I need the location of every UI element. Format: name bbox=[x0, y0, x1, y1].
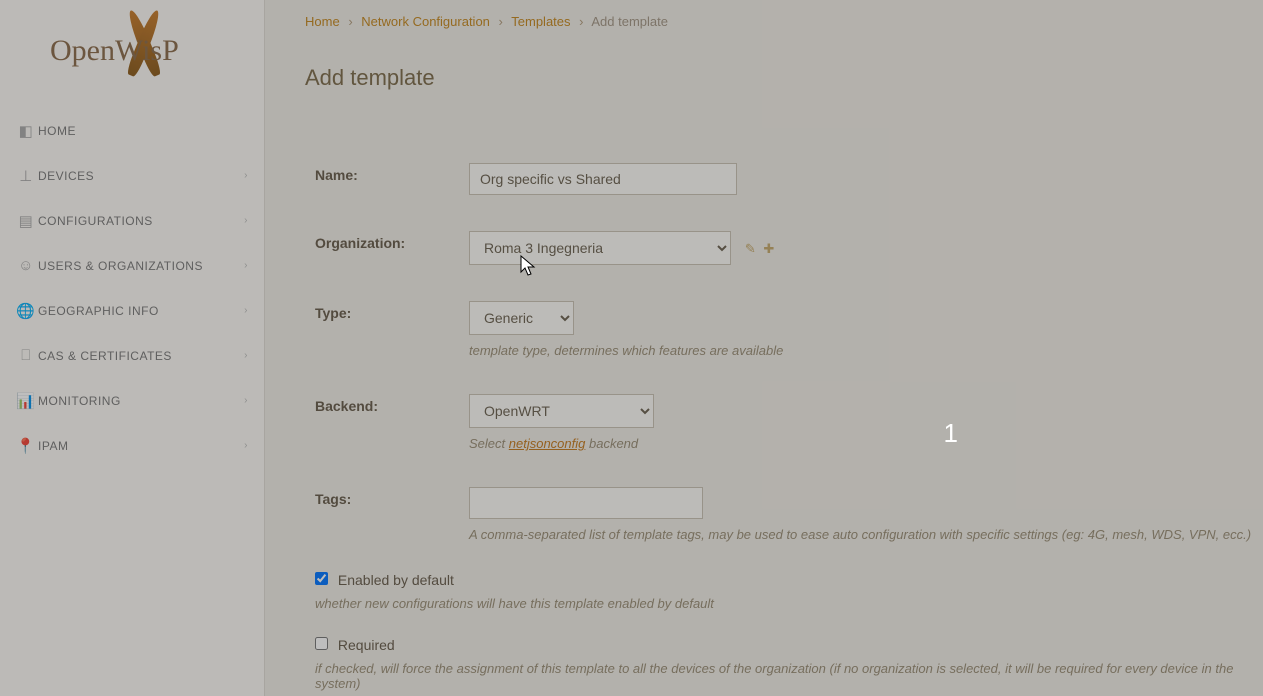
enabled-checkbox[interactable] bbox=[315, 572, 328, 585]
chevron-right-icon: › bbox=[244, 440, 248, 451]
brand-text: OpenWisP bbox=[50, 34, 179, 67]
backend-select[interactable]: OpenWRT bbox=[469, 394, 654, 428]
required-checkbox[interactable] bbox=[315, 637, 328, 650]
sidebar-item-label: CAS & CERTIFICATES bbox=[38, 349, 172, 363]
sidebar-item-home[interactable]: ◧ HOME bbox=[0, 108, 264, 153]
tags-help: A comma-separated list of template tags,… bbox=[469, 527, 1251, 542]
chevron-right-icon: › bbox=[244, 170, 248, 181]
name-input[interactable] bbox=[469, 163, 737, 195]
breadcrumb-sep: › bbox=[348, 14, 352, 29]
chevron-right-icon: › bbox=[244, 260, 248, 271]
type-help: template type, determines which features… bbox=[469, 343, 783, 358]
backend-help: Select netjsonconfig backend bbox=[469, 436, 654, 451]
certificate-icon: ⎕ bbox=[14, 347, 38, 364]
monitoring-icon: 📊 bbox=[14, 392, 38, 410]
organization-label: Organization: bbox=[315, 231, 469, 251]
breadcrumb: Home › Network Configuration › Templates… bbox=[305, 14, 1263, 29]
sidebar-item-ipam[interactable]: 📍 IPAM › bbox=[0, 423, 264, 468]
add-icon[interactable]: ✚ bbox=[763, 241, 774, 256]
sidebar-nav: ◧ HOME ⊥ DEVICES › ▤ CONFIGURATIONS › ☺ … bbox=[0, 100, 264, 468]
home-icon: ◧ bbox=[14, 122, 38, 140]
sidebar-item-label: DEVICES bbox=[38, 169, 94, 183]
organization-select[interactable]: Roma 3 Ingegneria bbox=[469, 231, 731, 265]
edit-icon[interactable]: ✎ bbox=[745, 241, 756, 256]
enabled-label: Enabled by default bbox=[338, 572, 454, 588]
sidebar-item-cas-certs[interactable]: ⎕ CAS & CERTIFICATES › bbox=[0, 333, 264, 378]
breadcrumb-sep: › bbox=[579, 14, 583, 29]
sidebar-item-label: HOME bbox=[38, 124, 76, 138]
tags-input[interactable] bbox=[469, 487, 703, 519]
backend-label: Backend: bbox=[315, 394, 469, 414]
brand-logo: OpenWisP bbox=[0, 0, 264, 100]
breadcrumb-network-config[interactable]: Network Configuration bbox=[361, 14, 490, 29]
sidebar-item-label: USERS & ORGANIZATIONS bbox=[38, 259, 203, 273]
breadcrumb-home[interactable]: Home bbox=[305, 14, 340, 29]
breadcrumb-sep: › bbox=[499, 14, 503, 29]
config-icon: ▤ bbox=[14, 212, 38, 230]
chevron-right-icon: › bbox=[244, 350, 248, 361]
name-label: Name: bbox=[315, 163, 469, 183]
sidebar-item-monitoring[interactable]: 📊 MONITORING › bbox=[0, 378, 264, 423]
chevron-right-icon: › bbox=[244, 215, 248, 226]
device-icon: ⊥ bbox=[14, 167, 38, 185]
breadcrumb-templates[interactable]: Templates bbox=[511, 14, 570, 29]
breadcrumb-current: Add template bbox=[591, 14, 668, 29]
globe-icon: 🌐 bbox=[14, 302, 38, 320]
chevron-right-icon: › bbox=[244, 305, 248, 316]
ipam-icon: 📍 bbox=[14, 437, 38, 455]
type-select[interactable]: Generic bbox=[469, 301, 574, 335]
tags-label: Tags: bbox=[315, 487, 469, 507]
enabled-help: whether new configurations will have thi… bbox=[315, 596, 1263, 611]
type-label: Type: bbox=[315, 301, 469, 321]
page-title: Add template bbox=[305, 65, 1263, 91]
sidebar-item-configurations[interactable]: ▤ CONFIGURATIONS › bbox=[0, 198, 264, 243]
required-help: if checked, will force the assignment of… bbox=[315, 661, 1263, 691]
sidebar-item-label: GEOGRAPHIC INFO bbox=[38, 304, 159, 318]
sidebar-item-geographic[interactable]: 🌐 GEOGRAPHIC INFO › bbox=[0, 288, 264, 333]
sidebar-item-users-orgs[interactable]: ☺ USERS & ORGANIZATIONS › bbox=[0, 243, 264, 288]
sidebar-item-label: MONITORING bbox=[38, 394, 121, 408]
chevron-right-icon: › bbox=[244, 395, 248, 406]
sidebar-item-devices[interactable]: ⊥ DEVICES › bbox=[0, 153, 264, 198]
netjsonconfig-link[interactable]: netjsonconfig bbox=[509, 436, 586, 451]
sidebar-item-label: CONFIGURATIONS bbox=[38, 214, 153, 228]
required-label: Required bbox=[338, 637, 395, 653]
users-icon: ☺ bbox=[14, 257, 38, 274]
sidebar-item-label: IPAM bbox=[38, 439, 68, 453]
